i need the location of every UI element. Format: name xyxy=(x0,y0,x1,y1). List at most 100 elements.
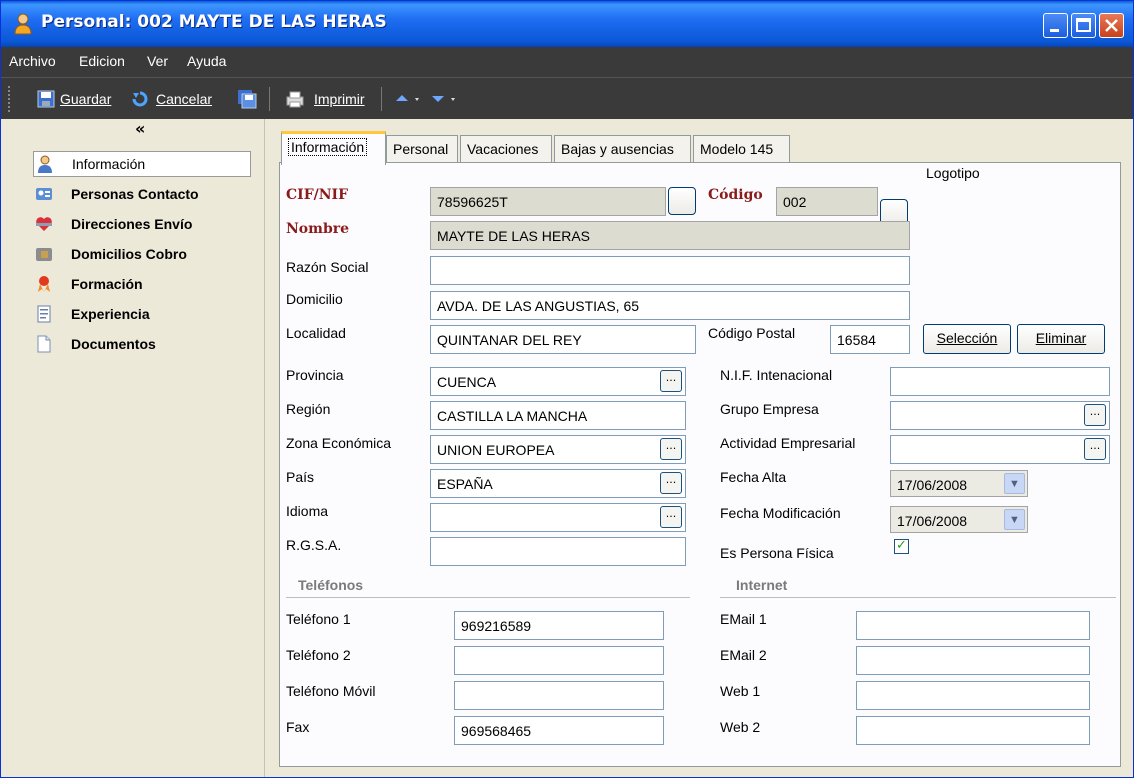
internet-group-title: Internet xyxy=(736,577,788,593)
nombre-input[interactable]: MAYTE DE LAS HERAS xyxy=(430,221,910,250)
sidebar-item-label: Direcciones Envío xyxy=(71,216,193,232)
sidebar-item-domicilios-cobro[interactable]: Domicilios Cobro xyxy=(35,241,253,267)
save-button[interactable]: Guardar xyxy=(37,87,111,111)
email2-label: EMail 2 xyxy=(720,647,767,663)
provincia-input[interactable]: CUENCA xyxy=(430,367,686,396)
menu-ver[interactable]: Ver xyxy=(147,53,168,69)
web2-input[interactable] xyxy=(856,716,1090,745)
actividad-input[interactable] xyxy=(890,435,1110,464)
print-button-label: Imprimir xyxy=(314,91,365,107)
heart-icon xyxy=(36,217,52,231)
grupo-empresa-input[interactable] xyxy=(890,401,1110,430)
sidebar-item-informacion[interactable]: Información xyxy=(33,151,251,177)
telefono2-input[interactable] xyxy=(454,646,664,675)
menu-archivo[interactable]: Archivo xyxy=(9,53,56,69)
telefonos-divider xyxy=(286,597,690,598)
pais-input[interactable]: ESPAÑA xyxy=(430,469,686,498)
menu-ayuda-label: Ayuda xyxy=(187,53,227,69)
domicilio-input[interactable]: AVDA. DE LAS ANGUSTIAS, 65 xyxy=(430,291,910,320)
sidebar-item-documentos[interactable]: Documentos xyxy=(35,331,253,357)
sidebar: « Información Personas Contacto Direccio… xyxy=(1,119,265,777)
document-icon xyxy=(37,305,51,323)
actividad-lookup-button[interactable]: ... xyxy=(1084,438,1106,460)
tab-bajas-ausencias[interactable]: Bajas y ausencias xyxy=(554,135,691,163)
fecha-modificacion-picker[interactable]: 17/06/2008 ▼ xyxy=(890,506,1028,533)
save-button-label: Guardar xyxy=(60,91,112,107)
rgsa-input[interactable] xyxy=(430,537,686,566)
toolbar-grip[interactable] xyxy=(8,86,11,112)
email2-input[interactable] xyxy=(856,646,1090,675)
minimize-icon xyxy=(1050,29,1059,32)
save-all-icon xyxy=(238,90,257,109)
sidebar-item-label: Formación xyxy=(71,276,143,292)
web1-input[interactable] xyxy=(856,681,1090,710)
sidebar-item-formacion[interactable]: Formación xyxy=(35,271,253,297)
telefono-movil-input[interactable] xyxy=(454,681,664,710)
codigo-postal-input[interactable]: 16584 xyxy=(830,325,910,354)
email1-input[interactable] xyxy=(856,611,1090,640)
seleccion-button[interactable]: Selección xyxy=(923,324,1011,354)
persona-fisica-checkbox[interactable]: ✓ xyxy=(894,539,909,554)
page-icon xyxy=(37,335,51,353)
tab-modelo-145[interactable]: Modelo 145 xyxy=(693,135,790,163)
logo-label: Logotipo xyxy=(926,165,980,181)
menu-edicion[interactable]: Edicion xyxy=(79,53,125,69)
window-title: Personal: 002 MAYTE DE LAS HERAS xyxy=(41,12,387,32)
cif-lookup-button[interactable] xyxy=(668,187,696,215)
arrow-up-icon xyxy=(396,95,419,101)
nif-internacional-label: N.I.F. Intenacional xyxy=(720,367,833,383)
persona-fisica-label: Es Persona Física xyxy=(720,545,834,561)
sidebar-item-personas-contacto[interactable]: Personas Contacto xyxy=(35,181,253,207)
telefono1-input[interactable]: 969216589 xyxy=(454,611,664,640)
sidebar-item-direcciones-envio[interactable]: Direcciones Envío xyxy=(35,211,253,237)
telefono1-label: Teléfono 1 xyxy=(286,611,351,627)
web2-label: Web 2 xyxy=(720,719,761,735)
idioma-input[interactable] xyxy=(430,503,686,532)
toolbar-separator xyxy=(269,87,270,111)
localidad-input[interactable]: QUINTANAR DEL REY xyxy=(430,325,696,354)
nif-internacional-input[interactable] xyxy=(890,367,1110,396)
tab-personal[interactable]: Personal xyxy=(386,135,458,163)
idioma-lookup-button[interactable]: ... xyxy=(660,506,682,528)
collapse-sidebar-button[interactable]: « xyxy=(135,119,145,138)
tab-label: Información xyxy=(288,138,368,156)
chevron-down-icon[interactable]: ▼ xyxy=(1004,509,1025,530)
codigo-input[interactable]: 002 xyxy=(776,187,878,216)
maximize-icon xyxy=(1076,18,1091,32)
tab-informacion[interactable]: Información xyxy=(281,131,386,165)
sidebar-item-experiencia[interactable]: Experiencia xyxy=(35,301,253,327)
wallet-icon xyxy=(36,248,52,261)
seleccion-button-label: Selección xyxy=(936,330,998,346)
sidebar-item-label: Domicilios Cobro xyxy=(71,246,187,262)
title-bar[interactable]: Personal: 002 MAYTE DE LAS HERAS xyxy=(1,1,1133,47)
pais-lookup-button[interactable]: ... xyxy=(660,472,682,494)
fax-input[interactable]: 969568465 xyxy=(454,716,664,745)
eliminar-button[interactable]: Eliminar xyxy=(1017,324,1105,354)
navigate-up-button[interactable] xyxy=(393,87,425,111)
provincia-lookup-button[interactable]: ... xyxy=(660,370,682,392)
cancel-button[interactable]: Cancelar xyxy=(131,87,212,111)
toolbar: Guardar Cancelar Imprimir xyxy=(1,77,1133,119)
fecha-alta-picker[interactable]: 17/06/2008 ▼ xyxy=(890,470,1028,497)
region-label: Región xyxy=(286,401,331,417)
razon-social-input[interactable] xyxy=(430,256,910,285)
tab-label: Vacaciones xyxy=(467,141,539,157)
minimize-button[interactable] xyxy=(1043,13,1068,38)
maximize-button[interactable] xyxy=(1071,13,1096,38)
region-input[interactable]: CASTILLA LA MANCHA xyxy=(430,401,686,430)
cif-input[interactable]: 78596625T xyxy=(430,187,666,216)
grupo-lookup-button[interactable]: ... xyxy=(1084,404,1106,426)
fecha-alta-value: 17/06/2008 xyxy=(897,477,968,493)
close-button[interactable] xyxy=(1099,13,1124,38)
close-icon xyxy=(1105,19,1118,32)
save-as-button[interactable] xyxy=(237,87,257,111)
chevron-down-icon[interactable]: ▼ xyxy=(1004,473,1025,494)
print-button[interactable]: Imprimir xyxy=(285,87,365,111)
zona-lookup-button[interactable]: ... xyxy=(660,438,682,460)
navigate-down-button[interactable] xyxy=(429,87,461,111)
zona-economica-input[interactable]: UNION EUROPEA xyxy=(430,435,686,464)
codigo-postal-label: Código Postal xyxy=(708,325,796,341)
codigo-label: Código xyxy=(708,187,763,203)
tab-vacaciones[interactable]: Vacaciones xyxy=(460,135,552,163)
menu-ayuda[interactable]: Ayuda xyxy=(187,53,226,69)
